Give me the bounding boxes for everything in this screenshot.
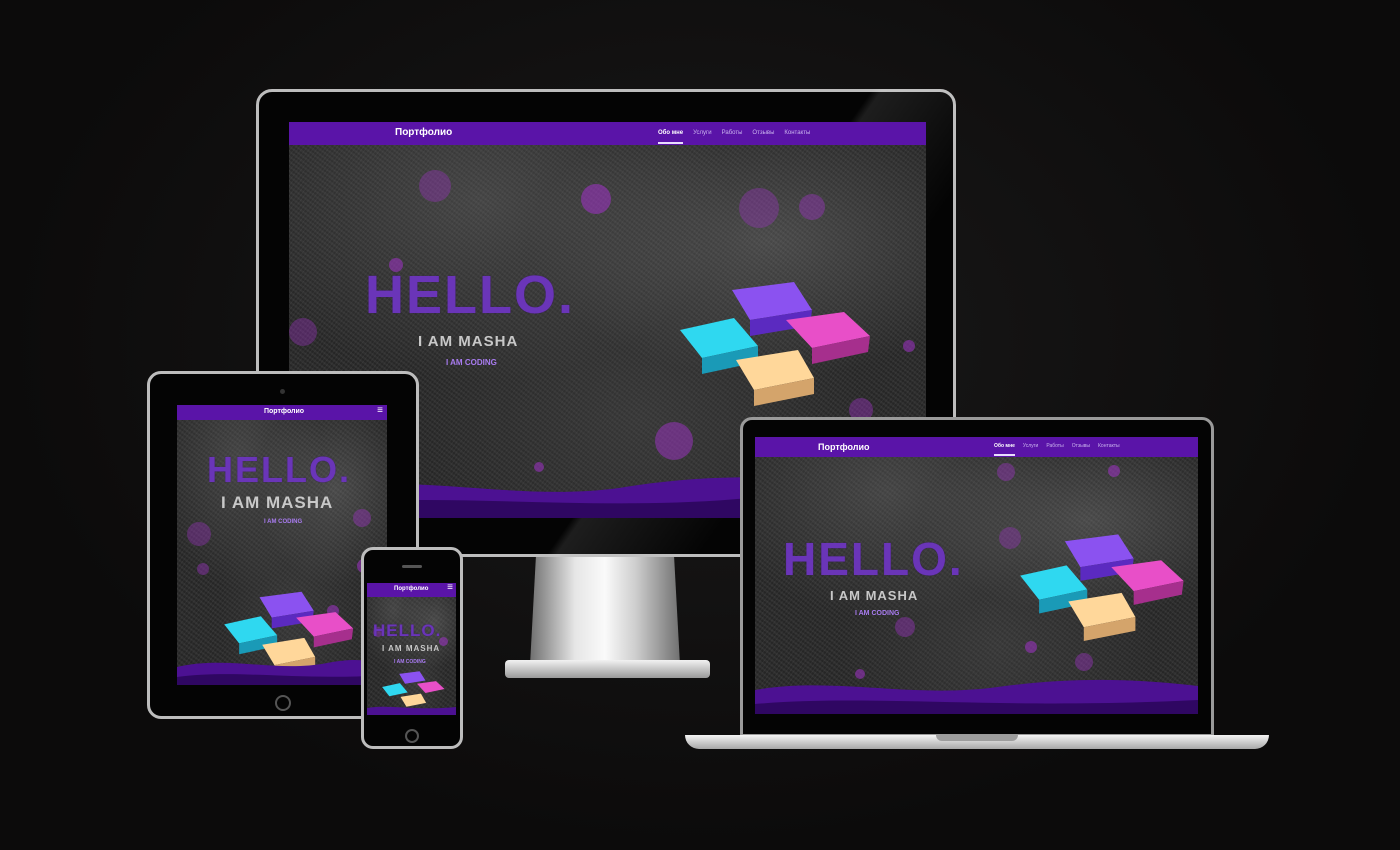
hero-title: HELLO.	[783, 533, 964, 585]
navbar: Портфолио Обо мне Услуги Работы Отзывы К…	[289, 122, 926, 145]
puzzle-illustration	[1020, 534, 1184, 642]
hero-wave	[367, 706, 456, 715]
nav-item-contacts[interactable]: Контакты	[784, 130, 810, 144]
nav-item-reviews[interactable]: Отзывы	[1072, 443, 1090, 456]
hero-name: I AM MASHA	[418, 333, 519, 350]
nav-item-services[interactable]: Услуги	[693, 130, 711, 144]
home-button-icon[interactable]	[405, 729, 419, 743]
tablet-screen: Портфолио ≡ HELLO. I AM MASHA I AM CODIN…	[177, 405, 387, 685]
hero-name: I AM MASHA	[221, 493, 334, 512]
nav-menu: Обо мне Услуги Работы Отзывы Контакты	[658, 130, 810, 144]
nav-item-services[interactable]: Услуги	[1023, 443, 1038, 456]
nav-item-works[interactable]: Работы	[722, 130, 743, 144]
nav-menu: Обо мне Услуги Работы Отзывы Контакты	[994, 443, 1120, 456]
hero-tagline: I AM CODING	[264, 519, 303, 525]
hero-title: HELLO.	[373, 621, 442, 640]
nav-item-reviews[interactable]: Отзывы	[752, 130, 774, 144]
puzzle-illustration	[680, 282, 870, 406]
brand-logo[interactable]: Портфолио	[818, 442, 870, 452]
brand-logo[interactable]: Портфолио	[394, 586, 428, 592]
nav-item-contacts[interactable]: Контакты	[1098, 443, 1120, 456]
navbar: Портфолио Обо мне Услуги Работы Отзывы К…	[755, 437, 1198, 457]
home-button-icon[interactable]	[275, 695, 291, 711]
hero-title: HELLO.	[365, 265, 575, 325]
laptop-screen: Портфолио Обо мне Услуги Работы Отзывы К…	[755, 437, 1198, 714]
nav-item-about[interactable]: Обо мне	[994, 443, 1015, 456]
navbar: Портфолио ≡	[367, 583, 456, 597]
navbar: Портфолио ≡	[177, 405, 387, 420]
tablet-camera	[280, 389, 285, 394]
nav-item-about[interactable]: Обо мне	[658, 130, 684, 144]
nav-item-works[interactable]: Работы	[1046, 443, 1063, 456]
hero-wave	[755, 679, 1198, 714]
hero-tagline: I AM CODING	[446, 358, 497, 367]
hamburger-icon[interactable]: ≡	[377, 405, 383, 416]
hero-name: I AM MASHA	[382, 644, 441, 653]
phone-speaker	[402, 565, 422, 568]
hero-name: I AM MASHA	[830, 588, 919, 603]
hamburger-icon[interactable]: ≡	[447, 583, 453, 593]
hero-title: HELLO.	[207, 449, 351, 490]
hero-tagline: I AM CODING	[855, 610, 900, 617]
brand-logo[interactable]: Портфолио	[264, 408, 304, 415]
monitor-base	[505, 660, 710, 678]
monitor-stand	[530, 555, 680, 665]
phone-screen: Портфолио ≡ HELLO. I AM MASHA I AM CODIN…	[367, 583, 456, 715]
hero-wave	[177, 659, 387, 685]
laptop-notch	[936, 735, 1018, 741]
hero-tagline: I AM CODING	[394, 659, 426, 665]
brand-logo[interactable]: Портфолио	[395, 127, 452, 138]
